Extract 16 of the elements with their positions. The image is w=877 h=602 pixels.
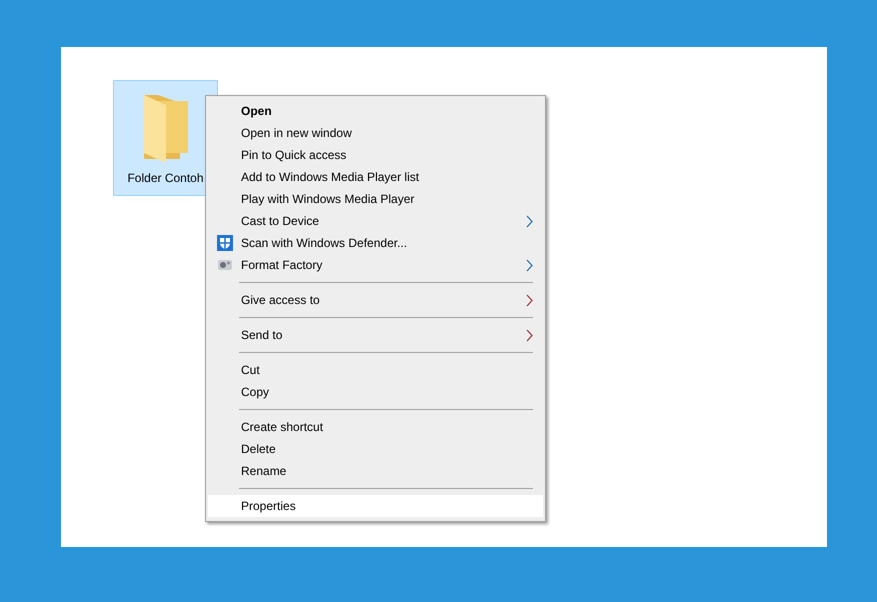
menu-item[interactable]: Delete: [208, 438, 543, 460]
menu-item[interactable]: Copy: [208, 381, 543, 403]
chevron-right-icon: [526, 214, 533, 228]
menu-item[interactable]: Cast to Device: [208, 210, 543, 232]
menu-item[interactable]: Properties: [208, 495, 543, 517]
menu-item[interactable]: Rename: [208, 460, 543, 482]
menu-item[interactable]: Format Factory: [208, 254, 543, 276]
menu-item[interactable]: Create shortcut: [208, 416, 543, 438]
menu-item[interactable]: Send to: [208, 324, 543, 346]
menu-item[interactable]: Give access to: [208, 289, 543, 311]
chevron-right-icon: [526, 328, 533, 342]
shield-icon: [216, 235, 232, 251]
menu-item[interactable]: Cut: [208, 359, 543, 381]
chevron-right-icon: [526, 294, 533, 306]
chevron-right-icon: [526, 258, 533, 272]
menu-item[interactable]: Scan with Windows Defender...: [208, 232, 543, 254]
